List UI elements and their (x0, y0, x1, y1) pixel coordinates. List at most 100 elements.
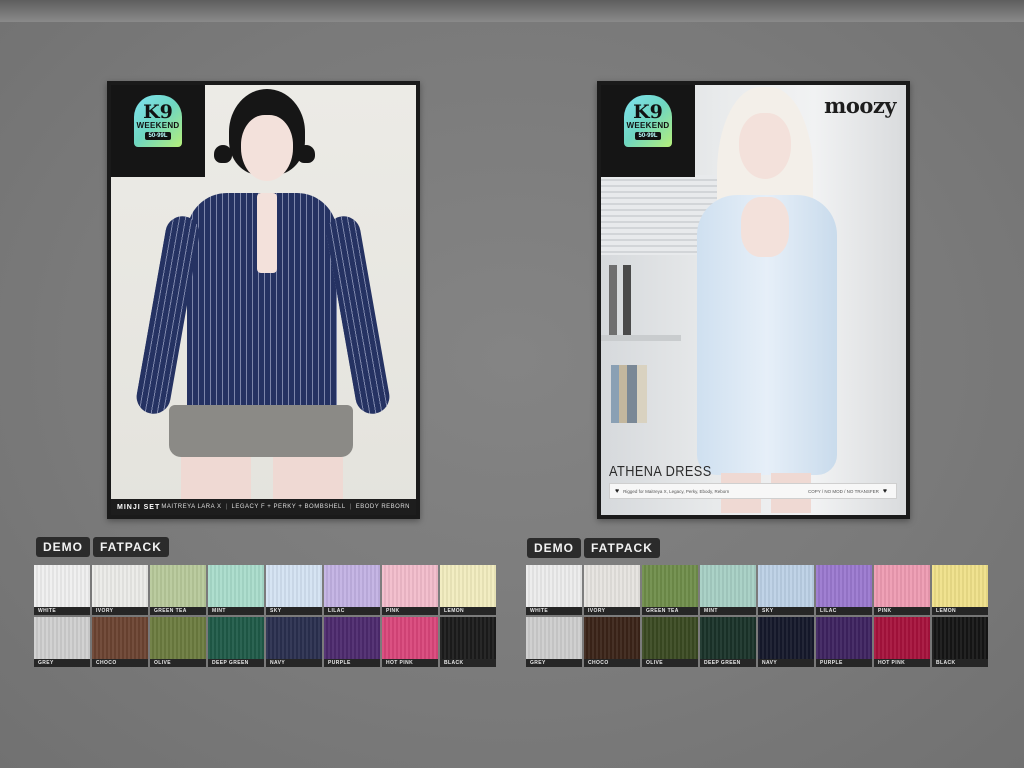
swatch-color (440, 565, 496, 607)
swatch-label: PINK (878, 608, 892, 614)
swatch-color (700, 617, 756, 659)
swatch-cell: SKY (266, 565, 322, 615)
swatch-color (382, 617, 438, 659)
k9-logo-subtext: WEEKEND (626, 120, 670, 130)
swatch-color (34, 617, 90, 659)
swatch-label: LEMON (936, 608, 957, 614)
swatch-cell: WHITE (526, 565, 582, 615)
swatch-cell: WHITE (34, 565, 90, 615)
swatch-label: PINK (386, 608, 400, 614)
swatch-label: PURPLE (328, 660, 351, 666)
brand-logo: moozy (824, 93, 896, 118)
product-title: MINJI SET (117, 503, 161, 511)
poster-image: K9 WEEKEND 50-99L moozy ATHENA DRESS ♥ R… (601, 85, 906, 515)
swatch-color (324, 565, 380, 607)
swatch-color (382, 565, 438, 607)
swatch-label: SKY (762, 608, 774, 614)
swatch-color (266, 617, 322, 659)
swatch-cell: IVORY (584, 565, 640, 615)
swatch-cell: NAVY (758, 617, 814, 667)
top-strip (0, 0, 1024, 22)
swatch-cell: BLACK (440, 617, 496, 667)
swatch-color (874, 617, 930, 659)
k9-weekend-badge: K9 WEEKEND 50-99L (111, 85, 205, 177)
tag-row-right: DEMO FATPACK (527, 538, 660, 558)
swatch-color (816, 565, 872, 607)
k9-logo-price: 50-99L (635, 131, 661, 140)
rigging-info: Rigged for Maitreya X, Legacy, Perky, Eb… (623, 488, 730, 494)
swatch-grid-right: WHITE IVORY GREEN TEA MINT SKY LILAC PIN… (526, 565, 988, 667)
swatch-cell: HOT PINK (874, 617, 930, 667)
swatch-cell: HOT PINK (382, 617, 438, 667)
swatch-color (34, 565, 90, 607)
body-label: MAITREYA LARA X (161, 504, 222, 510)
swatch-label: GREY (38, 660, 54, 666)
swatch-cell: IVORY (92, 565, 148, 615)
swatch-cell: CHOCO (92, 617, 148, 667)
swatch-cell: LILAC (324, 565, 380, 615)
k9-logo: K9 WEEKEND 50-99L (624, 95, 672, 147)
heart-icon: ♥ (882, 487, 887, 495)
swatch-label: IVORY (588, 608, 606, 614)
shelf (601, 335, 681, 341)
swatch-cell: CHOCO (584, 617, 640, 667)
swatch-cell: OLIVE (642, 617, 698, 667)
swatch-color (758, 565, 814, 607)
swatch-color (816, 617, 872, 659)
k9-logo-text: K9 (633, 100, 663, 123)
k9-logo-price: 50-99L (145, 131, 171, 140)
swatch-cell: GREY (34, 617, 90, 667)
books (611, 365, 647, 423)
swatch-color (932, 565, 988, 607)
swatch-color (92, 565, 148, 607)
swatch-label: GREEN TEA (646, 608, 679, 614)
swatch-color (266, 565, 322, 607)
swatch-cell: NAVY (266, 617, 322, 667)
swatch-color (642, 617, 698, 659)
swatch-cell: MINT (700, 565, 756, 615)
product-title: ATHENA DRESS (609, 463, 712, 480)
swatch-color (932, 617, 988, 659)
swatch-cell: PURPLE (816, 617, 872, 667)
swatch-cell: GREEN TEA (150, 565, 206, 615)
swatch-label: IVORY (96, 608, 114, 614)
swatch-cell: GREY (526, 617, 582, 667)
swatch-color (642, 565, 698, 607)
swatch-cell: DEEP GREEN (700, 617, 756, 667)
swatch-cell: DEEP GREEN (208, 617, 264, 667)
poster-image: K9 WEEKEND 50-99L MINJI SET MAITREYA LAR… (111, 85, 416, 515)
swatch-color (324, 617, 380, 659)
heart-icon: ♥ (615, 487, 620, 495)
swatch-cell: LILAC (816, 565, 872, 615)
swatch-cell: LEMON (440, 565, 496, 615)
swatch-label: WHITE (530, 608, 549, 614)
swatch-label: NAVY (270, 660, 286, 666)
swatch-color (526, 617, 582, 659)
swatch-label: LILAC (820, 608, 837, 614)
swatch-label: GREEN TEA (154, 608, 187, 614)
swatch-grid-left: WHITE IVORY GREEN TEA MINT SKY LILAC PIN… (34, 565, 496, 667)
swatch-label: BLACK (936, 660, 956, 666)
permissions-info: COPY / NO MOD / NO TRANSFER (808, 488, 879, 494)
swatch-label: PURPLE (820, 660, 843, 666)
swatch-label: CHOCO (96, 660, 117, 666)
swatch-label: DEEP GREEN (704, 660, 741, 666)
swatch-color (584, 565, 640, 607)
swatch-label: WHITE (38, 608, 57, 614)
swatch-cell: GREEN TEA (642, 565, 698, 615)
fatpack-tag: FATPACK (584, 538, 660, 558)
swatch-label: LEMON (444, 608, 465, 614)
swatch-label: BLACK (444, 660, 464, 666)
swatch-cell: PINK (382, 565, 438, 615)
swatch-cell: PURPLE (324, 617, 380, 667)
separator: | (225, 504, 228, 510)
swatch-label: CHOCO (588, 660, 609, 666)
swatch-color (208, 565, 264, 607)
swatch-label: DEEP GREEN (212, 660, 249, 666)
poster-athena-dress: K9 WEEKEND 50-99L moozy ATHENA DRESS ♥ R… (597, 81, 910, 519)
poster-minji-set: K9 WEEKEND 50-99L MINJI SET MAITREYA LAR… (107, 81, 420, 519)
swatch-label: LILAC (328, 608, 345, 614)
swatch-color (874, 565, 930, 607)
swatch-color (150, 617, 206, 659)
swatch-color (700, 565, 756, 607)
